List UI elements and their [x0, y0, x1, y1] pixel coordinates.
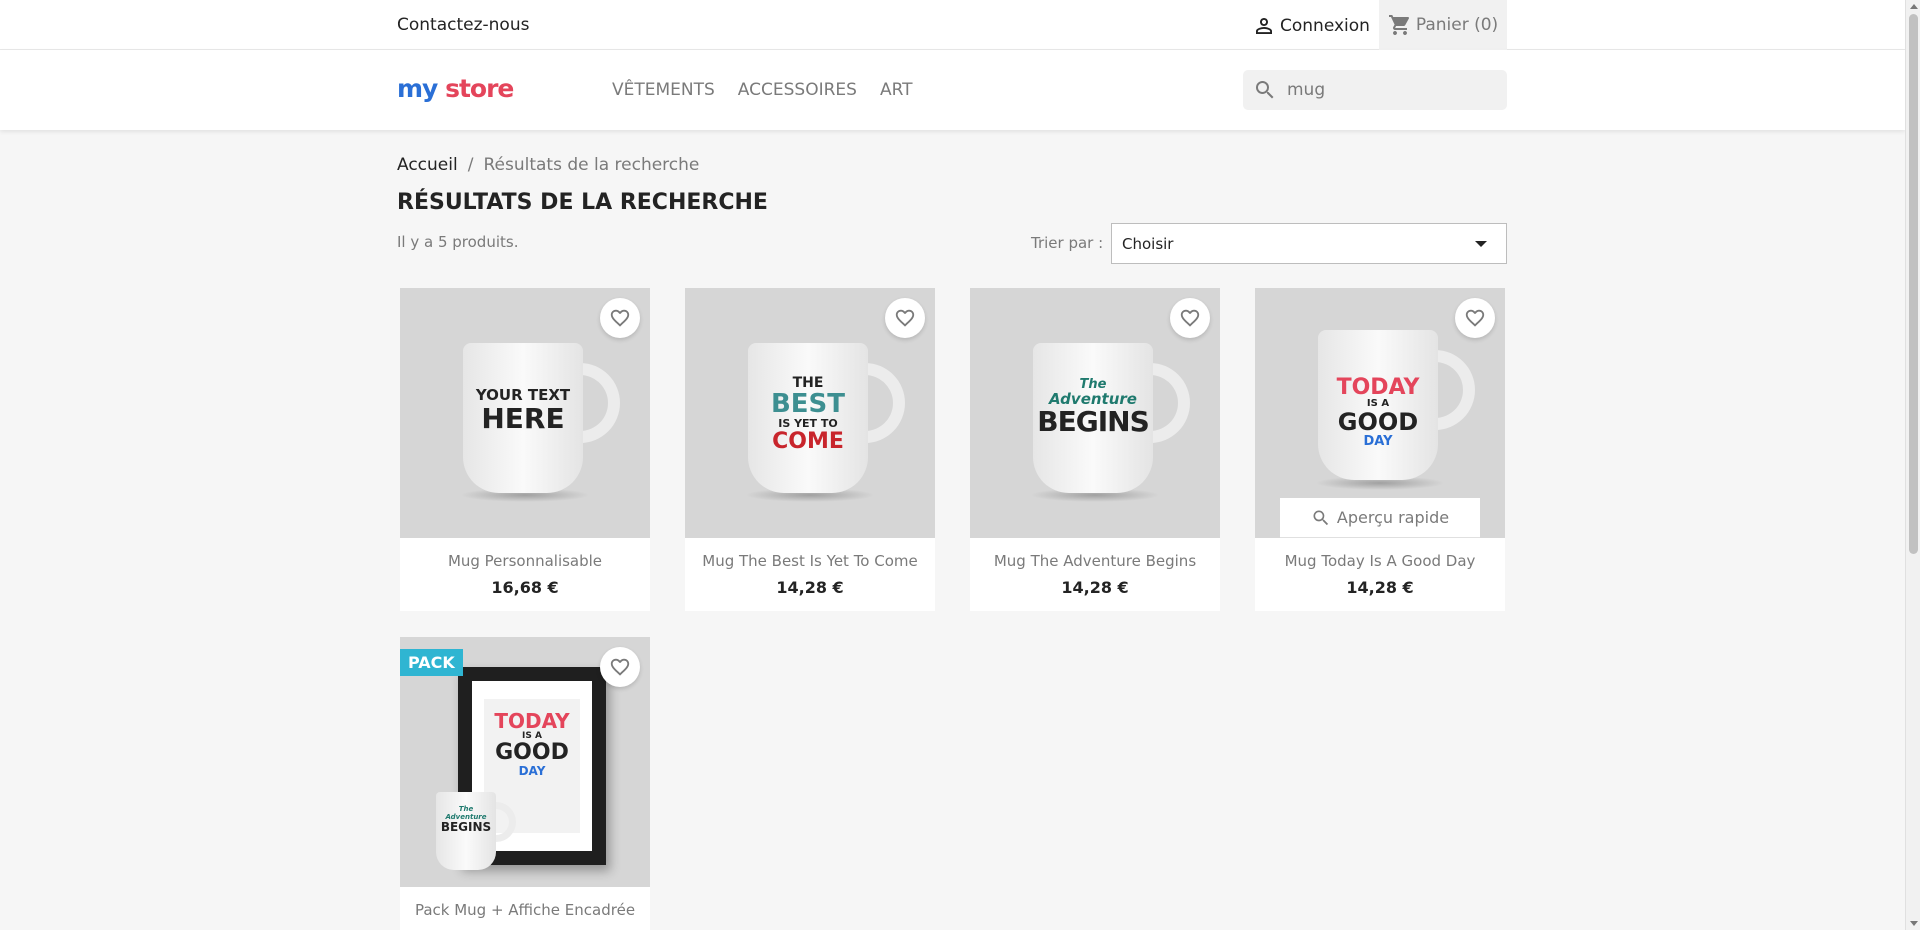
login-link[interactable]: Connexion: [1252, 14, 1370, 38]
sort-selected-value: Choisir: [1122, 234, 1174, 253]
mug-print: THE BEST IS YET TO COME: [748, 376, 868, 453]
breadcrumb-current: Résultats de la recherche: [483, 155, 700, 175]
product-name[interactable]: Mug The Best Is Yet To Come: [685, 552, 935, 570]
product-price: 14,28 €: [1061, 578, 1129, 597]
poster-line: TODAY: [494, 709, 570, 733]
nav-accessoires[interactable]: ACCESSOIRES: [738, 80, 857, 100]
search-input[interactable]: [1287, 80, 1487, 100]
sort-select[interactable]: Choisir: [1111, 223, 1507, 264]
product-name[interactable]: Mug The Adventure Begins: [970, 552, 1220, 570]
product-card[interactable]: TODAY IS A GOOD DAY The Adventure BEGINS…: [400, 637, 650, 930]
person-icon: [1256, 18, 1272, 34]
product-name[interactable]: Mug Personnalisable: [400, 552, 650, 570]
product-price: 16,68 €: [491, 578, 559, 597]
product-card[interactable]: The Adventure BEGINS Mug The Adventure B…: [970, 288, 1220, 611]
product-name[interactable]: Pack Mug + Affiche Encadrée: [400, 901, 650, 919]
product-price: 14,28 €: [776, 578, 844, 597]
product-count: Il y a 5 produits.: [397, 233, 519, 251]
wishlist-button[interactable]: [600, 647, 640, 687]
logo-my: my: [397, 74, 438, 103]
mug-print-line: DAY: [1363, 433, 1393, 449]
mug-print-line: GOOD: [1337, 407, 1419, 436]
breadcrumb-home[interactable]: Accueil: [397, 155, 458, 175]
page-scrollbar[interactable]: [1905, 0, 1920, 930]
login-label: Connexion: [1280, 16, 1370, 36]
page-title: RÉSULTATS DE LA RECHERCHE: [397, 190, 768, 215]
product-card[interactable]: TODAY IS A GOOD DAY Aperçu rapide Mug To…: [1255, 288, 1505, 611]
store-logo[interactable]: my store: [397, 74, 514, 103]
heart-outline-icon: [1465, 309, 1485, 327]
product-price: 14,28 €: [1346, 578, 1414, 597]
breadcrumb-separator: /: [467, 155, 474, 175]
wishlist-button[interactable]: [1455, 298, 1495, 338]
heart-outline-icon: [610, 658, 630, 676]
heart-outline-icon: [1180, 309, 1200, 327]
cart-button[interactable]: Panier (0): [1379, 0, 1507, 50]
search-icon: [1313, 510, 1328, 525]
main-header: my store VÊTEMENTS ACCESSOIRES ART: [0, 50, 1905, 130]
scroll-up-icon[interactable]: [1910, 4, 1918, 9]
product-name[interactable]: Mug Today Is A Good Day: [1255, 552, 1505, 570]
mug-print-line: BEGINS: [1037, 405, 1149, 439]
sort-label: Trier par :: [1031, 234, 1104, 252]
wishlist-button[interactable]: [885, 298, 925, 338]
main-nav: VÊTEMENTS ACCESSOIRES ART: [612, 80, 913, 100]
mug-print-line: TODAY: [1336, 375, 1420, 400]
nav-vetements[interactable]: VÊTEMENTS: [612, 80, 715, 100]
top-bar: Contactez-nous Connexion Panier (0): [0, 0, 1905, 50]
scrollbar-thumb[interactable]: [1909, 14, 1918, 554]
poster-line: GOOD: [495, 740, 569, 766]
product-card[interactable]: YOUR TEXT HERE Mug Personnalisable 16,68…: [400, 288, 650, 611]
poster-line: DAY: [518, 763, 546, 778]
breadcrumb: Accueil / Résultats de la recherche: [397, 155, 699, 175]
mug-print-line: HERE: [481, 401, 565, 435]
mug-print: The Adventure BEGINS: [1033, 378, 1153, 437]
search-box: [1243, 70, 1507, 110]
mug-print: TODAY IS A GOOD DAY: [1318, 376, 1438, 448]
small-mug: The Adventure BEGINS: [436, 792, 496, 870]
mug-print-line: COME: [772, 428, 844, 454]
logo-store: store: [445, 74, 514, 103]
quick-view-label: Aperçu rapide: [1336, 508, 1450, 527]
product-card[interactable]: THE BEST IS YET TO COME Mug The Best Is …: [685, 288, 935, 611]
cart-label: Panier (0): [1415, 15, 1499, 35]
mug-print: YOUR TEXT HERE: [463, 387, 583, 435]
pack-badge: PACK: [400, 649, 463, 676]
mug-print-line: IS YET TO: [778, 416, 838, 430]
caret-down-icon: [1475, 241, 1487, 247]
wishlist-button[interactable]: [600, 298, 640, 338]
search-icon[interactable]: [1253, 78, 1277, 102]
contact-link[interactable]: Contactez-nous: [397, 15, 529, 35]
mini-mug-line: BEGINS: [440, 820, 492, 835]
heart-outline-icon: [895, 309, 915, 327]
cart-icon: [1388, 15, 1409, 35]
heart-outline-icon: [610, 309, 630, 327]
scroll-down-icon[interactable]: [1910, 921, 1918, 926]
wishlist-button[interactable]: [1170, 298, 1210, 338]
nav-art[interactable]: ART: [880, 80, 913, 100]
quick-view-button[interactable]: Aperçu rapide: [1280, 498, 1480, 538]
mug-print-line: BEST: [770, 388, 846, 419]
